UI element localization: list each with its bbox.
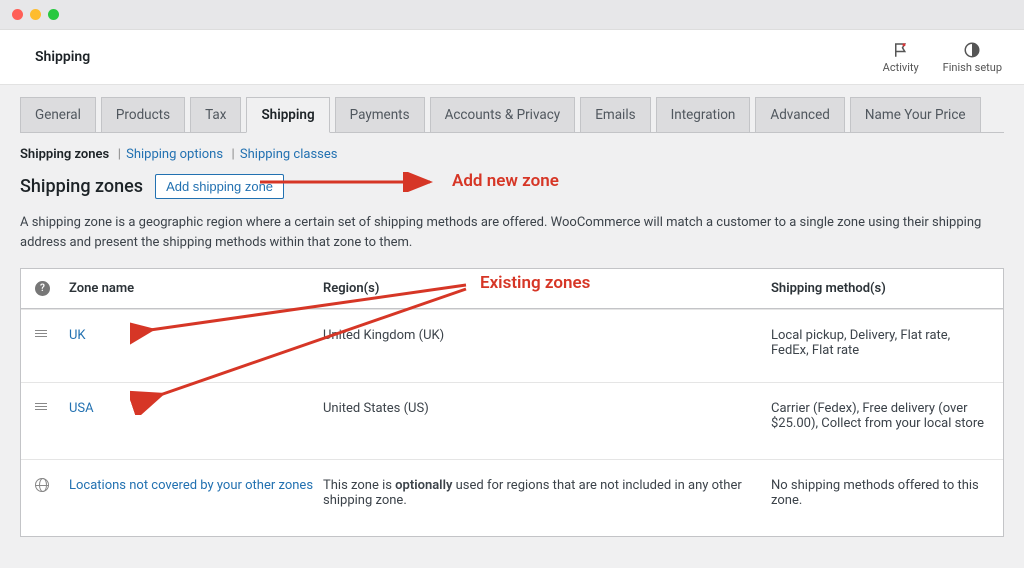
add-shipping-zone-button[interactable]: Add shipping zone (155, 174, 284, 199)
activity-flag-icon (892, 41, 910, 59)
tab-products[interactable]: Products (101, 97, 185, 133)
help-icon[interactable]: ? (35, 281, 50, 296)
table-row: USA United States (US) Carrier (Fedex), … (21, 382, 1003, 459)
activity-label: Activity (883, 61, 919, 74)
close-window-dot[interactable] (12, 9, 23, 20)
subnav-classes[interactable]: Shipping classes (240, 147, 338, 162)
table-row: UK United Kingdom (UK) Local pickup, Del… (21, 309, 1003, 382)
header-actions: Activity Finish setup (883, 41, 1002, 74)
section-heading: Shipping zones (20, 176, 143, 197)
table-row-fallback: Locations not covered by your other zone… (21, 459, 1003, 536)
section-description: A shipping zone is a geographic region w… (20, 213, 1000, 252)
tab-emails[interactable]: Emails (580, 97, 650, 133)
settings-tabs: General Products Tax Shipping Payments A… (20, 97, 1004, 133)
tab-general[interactable]: General (20, 97, 96, 133)
zone-region: United States (US) (323, 401, 771, 416)
zone-methods: Carrier (Fedex), Free delivery (over $25… (771, 401, 989, 431)
subnav-zones[interactable]: Shipping zones (20, 147, 109, 162)
drag-handle-icon[interactable] (35, 401, 47, 412)
col-header-name: Zone name (69, 281, 323, 296)
tab-integration[interactable]: Integration (656, 97, 751, 133)
tab-tax[interactable]: Tax (190, 97, 241, 133)
col-header-region: Region(s) (323, 281, 771, 296)
activity-button[interactable]: Activity (883, 41, 919, 74)
maximize-window-dot[interactable] (48, 9, 59, 20)
tab-advanced[interactable]: Advanced (755, 97, 845, 133)
zone-region: United Kingdom (UK) (323, 328, 771, 343)
window-titlebar (0, 0, 1024, 30)
minimize-window-dot[interactable] (30, 9, 41, 20)
finish-setup-label: Finish setup (943, 61, 1002, 74)
shipping-subnav: Shipping zones | Shipping options | Ship… (20, 147, 1004, 162)
zone-methods: No shipping methods offered to this zone… (771, 478, 989, 508)
zone-name-link[interactable]: UK (69, 328, 86, 343)
zones-table: ? Zone name Region(s) Shipping method(s)… (20, 268, 1004, 537)
zone-methods: Local pickup, Delivery, Flat rate, FedEx… (771, 328, 989, 358)
tab-name-your-price[interactable]: Name Your Price (850, 97, 981, 133)
subnav-options[interactable]: Shipping options (126, 147, 223, 162)
zone-name-link[interactable]: USA (69, 401, 94, 416)
content-area: General Products Tax Shipping Payments A… (0, 85, 1024, 537)
finish-setup-button[interactable]: Finish setup (943, 41, 1002, 74)
drag-handle-icon[interactable] (35, 328, 47, 339)
globe-icon (35, 478, 49, 492)
zone-region: This zone is optionally used for regions… (323, 478, 771, 508)
tab-payments[interactable]: Payments (335, 97, 425, 133)
tab-accounts-privacy[interactable]: Accounts & Privacy (430, 97, 576, 133)
table-header: ? Zone name Region(s) Shipping method(s) (21, 269, 1003, 309)
page-header: Shipping Activity Finish setup (0, 30, 1024, 85)
page-title: Shipping (35, 49, 90, 65)
progress-circle-icon (963, 41, 981, 59)
tab-shipping[interactable]: Shipping (246, 97, 329, 133)
zone-name-link[interactable]: Locations not covered by your other zone… (69, 478, 313, 493)
col-header-method: Shipping method(s) (771, 281, 989, 296)
